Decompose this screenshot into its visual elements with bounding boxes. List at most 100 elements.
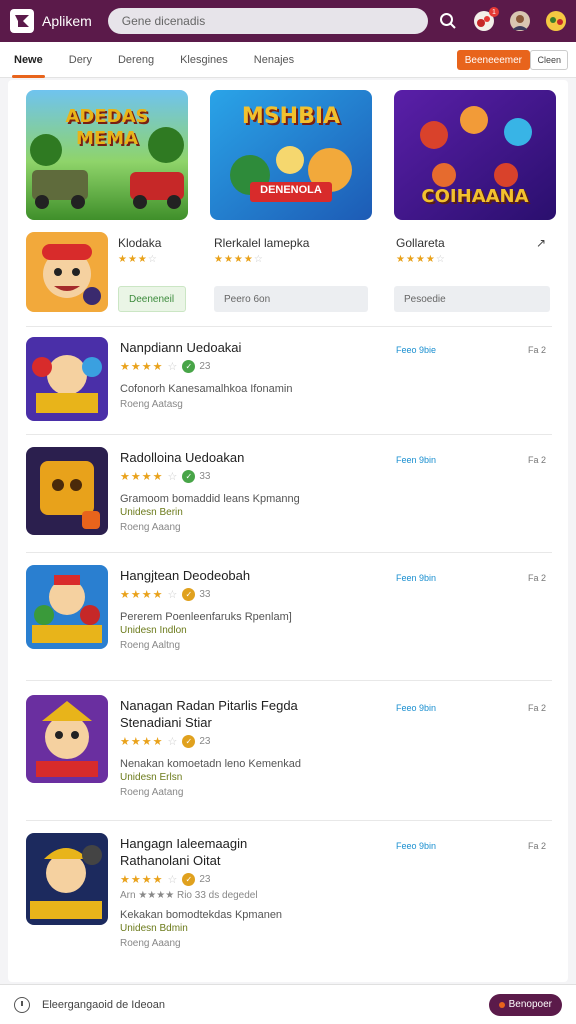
app-title[interactable]: Hangjtean Deodeobah [120, 567, 292, 584]
primary-action-button[interactable]: Beeneeemer [456, 50, 530, 70]
mini-app-info: Gollareta ★★★★☆ [396, 236, 446, 265]
clock-icon[interactable] [14, 996, 30, 1013]
app-meta: Roeng Aaltng [120, 640, 181, 651]
bottom-bar: Eleergangaoid de Ideoan Benopoer [0, 984, 576, 1024]
app-rating: ★★★★ ☆ ✓ 23 [120, 735, 211, 748]
rating-count: 23 [199, 736, 211, 747]
tab-newe[interactable]: Newe [12, 42, 45, 78]
price-label[interactable]: Feeo 9bie [396, 345, 436, 355]
featured-label: ADEDAS MEMA [65, 106, 149, 149]
rating-count: 23 [199, 361, 211, 372]
price-label[interactable]: Feen 9bin [396, 455, 436, 465]
secondary-action-button[interactable]: Cleen [530, 50, 568, 70]
featured-label: COIHAANA [421, 186, 529, 207]
app-title: Aplikem [42, 13, 92, 29]
app-meta: Roeng Aatang [120, 787, 184, 798]
tab-nenajes[interactable]: Nenajes [254, 42, 294, 78]
app-thumbnail[interactable] [26, 337, 108, 421]
app-thumbnail[interactable] [26, 695, 108, 783]
footer-button-label: Benopoer [508, 999, 552, 1010]
rank-label: Fa 2 [527, 841, 546, 851]
list-item[interactable]: Hangjtean Deodeobah ★★★★ ☆ ✓ 33 Pererem Poe… [26, 552, 552, 680]
mini-app-button[interactable]: Pesoedie [394, 286, 550, 312]
notifications-icon[interactable]: 1 [472, 7, 499, 33]
main-content: ADEDAS MEMA MSHBIA DENENOLA COIHAANA Klo… [8, 80, 568, 982]
app-meta: Roeng Aatasg [120, 399, 183, 410]
mini-app-name[interactable]: Gollareta [396, 236, 446, 250]
list-item[interactable]: Nanpdiann Uedoakai ★★★★ ☆ ✓ 23 Cofonorh Kan… [26, 326, 552, 434]
mini-app-rating: ★★★☆ [118, 254, 158, 265]
verified-badge-icon: ✓ [182, 470, 196, 483]
rank-label: Fa 2 [527, 703, 546, 713]
featured-banner[interactable]: MSHBIA DENENOLA [210, 90, 372, 220]
app-rating: ★★★★ ☆ ✓ 23 [120, 873, 211, 886]
app-meta: Roeng Aaang [120, 522, 181, 533]
app-developer: Unidesn Erlsn [120, 772, 183, 783]
app-thumbnail[interactable] [26, 565, 108, 649]
app-thumbnail[interactable] [26, 447, 108, 535]
app-logo-icon[interactable] [8, 7, 36, 35]
footer-text: Eleergangaoid de Ideoan [42, 998, 165, 1011]
app-title[interactable]: Nanagan Radan Pitarlis Fegda [120, 697, 301, 714]
tab-dery[interactable]: Dery [69, 42, 92, 78]
app-developer: Unidesn Berin [120, 507, 183, 518]
mini-app-info: Klodaka ★★★☆ [118, 236, 161, 265]
game-avatar[interactable] [544, 9, 568, 33]
app-description: Nenakan komoetadn leno Kemenkad [120, 758, 302, 770]
rank-label: Fa 2 [527, 573, 546, 583]
app-title[interactable]: Hangagn Ialeemaagin [120, 835, 282, 852]
notification-badge: 1 [489, 7, 499, 17]
tab-dereng[interactable]: Dereng [118, 42, 154, 78]
top-bar: Aplikem 1 [0, 0, 576, 42]
mini-app-rating: ★★★★☆ [396, 254, 446, 265]
app-rating: ★★★★ ☆ ✓ 23 [120, 360, 211, 373]
price-label[interactable]: Feen 9bin [396, 573, 436, 583]
app-meta: Roeng Aaang [120, 938, 181, 949]
featured-label: MSHBIA [241, 104, 341, 129]
mini-app-button[interactable]: Peero 6on [214, 286, 368, 312]
list-item[interactable]: Hangagn Ialeemaagin Rathanolani Oitat ★★… [26, 820, 552, 976]
share-icon[interactable]: ↗ [536, 236, 546, 250]
app-developer: Unidesn Indlon [120, 625, 187, 636]
verified-badge-icon: ✓ [182, 360, 196, 373]
featured-row: ADEDAS MEMA MSHBIA DENENOLA COIHAANA [26, 90, 556, 220]
rating-count: 33 [199, 471, 211, 482]
mini-app-name[interactable]: Rlerkalel lamepka [214, 236, 309, 250]
app-title[interactable]: Nanpdiann Uedoakai [120, 339, 292, 356]
list-item[interactable]: Radolloina Uedoakan ★★★★ ☆ ✓ 33 Gramoom bom… [26, 434, 552, 552]
app-description: Kekakan bomodtekdas Kpmanen [120, 909, 283, 921]
featured-banner[interactable]: ADEDAS MEMA [26, 90, 188, 220]
tab-klesgines[interactable]: Klesgines [180, 42, 228, 78]
app-rating-detail: Arn ★★★★ Rio 33 ds degedel [120, 890, 258, 901]
app-subtitle: Rathanolani Oitat [120, 853, 221, 868]
mini-app-thumbnail[interactable] [26, 232, 108, 312]
user-avatar[interactable] [508, 9, 532, 33]
app-description: Cofonorh Kanesamalhkoa Ifonamin [120, 383, 293, 395]
app-developer: Unidesn Bdmin [120, 923, 188, 934]
search-input[interactable] [107, 8, 428, 34]
search-icon[interactable] [436, 9, 460, 33]
featured-sublabel: DENENOLA [260, 184, 322, 196]
rating-count: 23 [199, 874, 211, 885]
verified-badge-icon: ✓ [182, 735, 196, 748]
price-label[interactable]: Feeo 9bin [396, 841, 436, 851]
rating-count: 33 [199, 589, 211, 600]
price-label[interactable]: Feeo 9bin [396, 703, 436, 713]
app-rating: ★★★★ ☆ ✓ 33 [120, 470, 211, 483]
mini-app-row: Klodaka ★★★☆ Deeneneil Rlerkalel lamepka… [26, 232, 552, 316]
footer-button[interactable]: Benopoer [488, 993, 562, 1016]
mini-app-button[interactable]: Deeneneil [118, 286, 186, 312]
app-subtitle: Stenadiani Stiar [120, 715, 212, 730]
mini-app-info: Rlerkalel lamepka ★★★★☆ [214, 236, 309, 265]
app-list: Nanpdiann Uedoakai ★★★★ ☆ ✓ 23 Cofonorh Kan… [26, 326, 552, 976]
rank-label: Fa 2 [527, 345, 546, 355]
app-description: Pererem Poenleenfaruks Rpenlam] [120, 611, 292, 623]
rank-label: Fa 2 [527, 455, 546, 465]
featured-banner[interactable]: COIHAANA [394, 90, 556, 220]
app-thumbnail[interactable] [26, 833, 108, 925]
mini-app-name[interactable]: Klodaka [118, 236, 161, 250]
list-item[interactable]: Nanagan Radan Pitarlis Fegda Stenadiani … [26, 680, 552, 820]
mini-app-rating: ★★★★☆ [214, 254, 264, 265]
app-rating: ★★★★ ☆ ✓ 33 [120, 588, 211, 601]
app-title[interactable]: Radolloina Uedoakan [120, 449, 300, 466]
